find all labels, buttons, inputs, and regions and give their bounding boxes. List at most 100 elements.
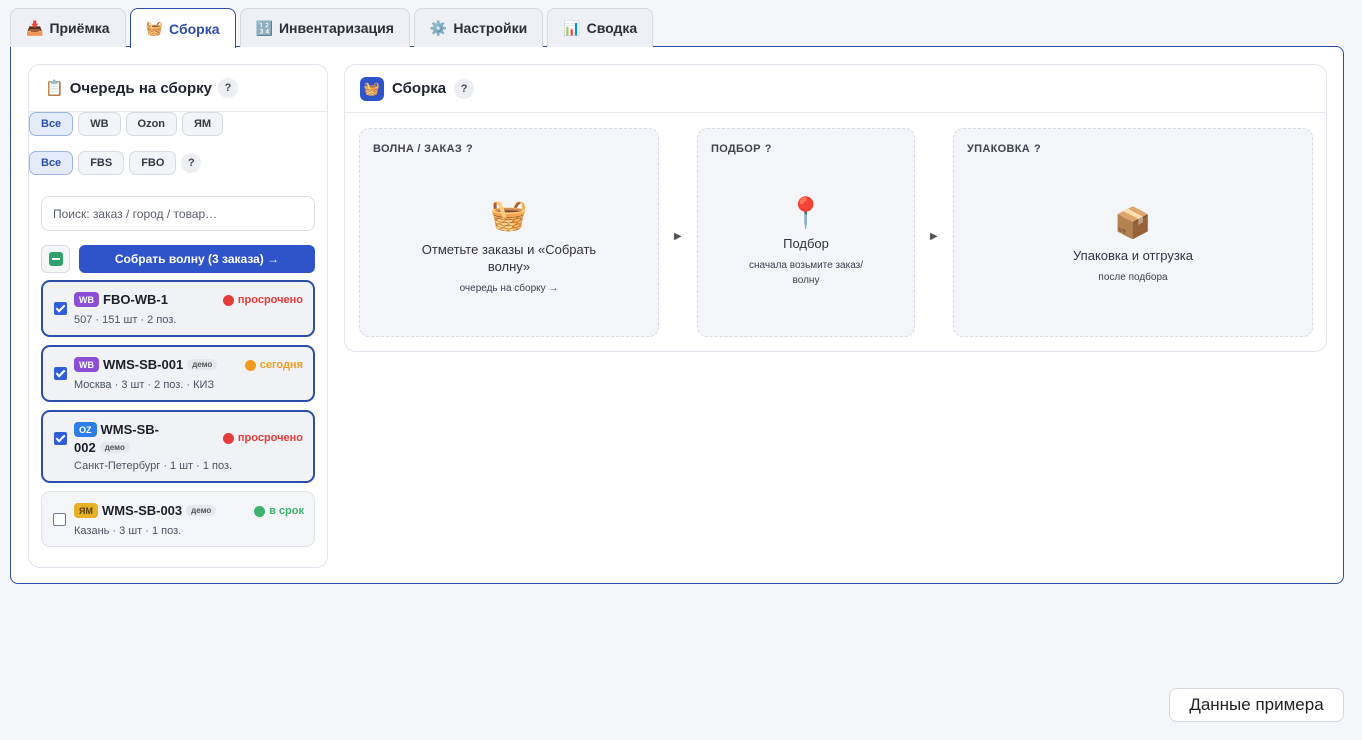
stage-wave-order: ВОЛНА / ЗАКАЗ ? 🧺 Отметьте заказы и «Соб…: [359, 128, 659, 337]
filter-scheme-all[interactable]: Все: [29, 151, 74, 175]
stage-main-text: Упаковка и отгрузка: [1073, 248, 1193, 263]
order-card[interactable]: OZ WMS-SB- 002 демо просрочено Санкт-Пет…: [41, 410, 315, 483]
stage-packing: УПАКОВКА ? 📦 Упаковка и отгрузка после п…: [953, 128, 1313, 337]
search-input[interactable]: [41, 196, 315, 231]
filter-scheme-fbo[interactable]: FBO: [129, 151, 177, 175]
tab-settings[interactable]: ⚙️ Настройки: [413, 8, 544, 47]
order-status: сегодня: [244, 359, 303, 371]
stage-title: ВОЛНА / ЗАКАЗ ?: [373, 143, 473, 155]
numbers-icon: 🔢: [255, 19, 273, 36]
order-id: FBO-WB-1: [103, 292, 168, 307]
stage-main-text: Отметьте заказы и «Собрать волну»: [421, 242, 597, 274]
filter-marketplace-all[interactable]: Все: [29, 112, 74, 136]
basket-icon: 🧺: [145, 20, 164, 36]
clipboard-icon: 📋: [45, 80, 64, 97]
order-id: WMS-SB-: [100, 422, 160, 437]
tab-content-frame: 📋 Очередь на сборку ? Все WB Ozon ЯМ Все…: [10, 46, 1344, 584]
stage-help-icon[interactable]: ?: [1034, 143, 1041, 155]
assembly-help-icon[interactable]: ?: [454, 78, 475, 99]
order-card[interactable]: WB FBO-WB-1 просрочено 507 · 151 шт · 2 …: [41, 280, 315, 337]
scheme-help-icon[interactable]: ?: [181, 153, 202, 173]
marketplace-badge: ЯМ: [74, 503, 98, 518]
order-meta: Москва · 3 шт · 2 поз. · КИЗ: [74, 379, 215, 391]
assembly-title: Сборка: [392, 80, 447, 97]
tab-label: Настройки: [453, 20, 528, 36]
stage-body: 📦 Упаковка и отгрузка после подбора: [954, 207, 1312, 285]
queue-link[interactable]: очередь на сборку →: [360, 281, 658, 296]
stage-help-icon[interactable]: ?: [466, 143, 473, 155]
tab-assembly[interactable]: 🧺 Сборка: [129, 8, 236, 48]
marketplace-badge: OZ: [74, 422, 97, 437]
pin-icon: 📍: [787, 197, 825, 230]
queue-header: 📋 Очередь на сборку ?: [29, 65, 327, 112]
tab-label: Инвентаризация: [278, 20, 394, 36]
demo-badge: демо: [186, 505, 217, 516]
stage-sub-text: сначала возьмите заказ/волну: [748, 260, 864, 286]
filter-marketplace-wb[interactable]: WB: [78, 112, 121, 136]
stage-title: УПАКОВКА ?: [967, 143, 1041, 155]
stage-arrow-icon: ▶: [930, 231, 938, 242]
filter-marketplace-ozon[interactable]: Ozon: [125, 112, 178, 136]
status-text: просрочено: [237, 294, 303, 306]
stage-title-text: ВОЛНА / ЗАКАЗ: [373, 143, 463, 155]
order-status: просрочено: [222, 294, 303, 306]
tab-label: Приёмка: [49, 20, 110, 36]
collect-wave-button[interactable]: Собрать волну (3 заказа) →: [79, 245, 315, 273]
queue-help-icon[interactable]: ?: [217, 78, 238, 98]
order-card[interactable]: ЯМ WMS-SB-003 демо в срок Казань · 3 шт …: [41, 491, 315, 547]
stage-picking: ПОДБОР ? 📍 Подбор сначала возьмите заказ…: [697, 128, 915, 337]
minus-checkbox-icon: [48, 252, 63, 266]
basket-icon: 🧺: [490, 199, 528, 232]
marketplace-badge: WB: [74, 292, 99, 307]
assembly-header: 🧺 Сборка ?: [345, 65, 1326, 113]
filter-marketplace-ym[interactable]: ЯМ: [182, 112, 224, 136]
order-status: в срок: [254, 505, 304, 517]
stage-sub-text: после подбора: [1098, 272, 1168, 283]
demo-badge: демо: [99, 442, 130, 453]
marketplace-filter: Все WB Ozon ЯМ: [29, 112, 224, 136]
status-text: в срок: [269, 505, 304, 517]
stage-title-text: УПАКОВКА: [967, 143, 1030, 155]
tab-inventory[interactable]: 🔢 Инвентаризация: [239, 8, 410, 47]
order-meta: 507 · 151 шт · 2 поз.: [74, 314, 177, 326]
status-dot-icon: [244, 359, 256, 371]
select-all-toggle[interactable]: [41, 245, 70, 273]
tab-label: Сборка: [169, 20, 220, 37]
tab-label: Сводка: [586, 20, 638, 36]
status-text: просрочено: [237, 432, 303, 444]
stage-title: ПОДБОР ?: [711, 143, 772, 155]
stage-body: 📍 Подбор сначала возьмите заказ/волну: [698, 197, 914, 288]
assembly-panel: 🧺 Сборка ? ВОЛНА / ЗАКАЗ ? 🧺 Отметьте за…: [344, 64, 1327, 352]
order-id-continued: 002: [74, 440, 96, 455]
stage-body: 🧺 Отметьте заказы и «Собрать волну» очер…: [360, 199, 658, 296]
status-dot-icon: [222, 294, 234, 306]
order-meta: Санкт-Петербург · 1 шт · 1 поз.: [74, 460, 233, 472]
inbox-tray-icon: 📥: [26, 19, 44, 36]
order-checkbox[interactable]: [54, 302, 67, 315]
tab-bar: 📥 Приёмка 🧺 Сборка 🔢 Инвентаризация ⚙️ Настр…: [10, 8, 654, 48]
bar-chart-icon: 📊: [563, 19, 581, 36]
order-card[interactable]: WB WMS-SB-001 демо сегодня Москва · 3 шт…: [41, 345, 315, 402]
marketplace-badge: WB: [74, 357, 99, 372]
order-checkbox[interactable]: [53, 513, 66, 526]
gear-icon: ⚙️: [429, 19, 448, 36]
order-checkbox[interactable]: [54, 367, 67, 380]
order-checkbox[interactable]: [54, 432, 67, 445]
assembly-queue-panel: 📋 Очередь на сборку ? Все WB Ozon ЯМ Все…: [28, 64, 328, 568]
order-id: WMS-SB-001: [103, 357, 184, 372]
demo-badge: демо: [187, 359, 218, 370]
tab-receiving[interactable]: 📥 Приёмка: [10, 8, 126, 47]
filter-scheme-fbs[interactable]: FBS: [78, 151, 125, 175]
status-dot-icon: [222, 432, 234, 444]
scheme-filter: Все FBS FBO ?: [29, 151, 202, 175]
sample-data-button[interactable]: Данные примера: [1169, 688, 1344, 722]
stage-help-icon[interactable]: ?: [765, 143, 772, 155]
stage-title-text: ПОДБОР: [711, 143, 761, 155]
stage-arrow-icon: ▶: [674, 231, 682, 242]
order-meta: Казань · 3 шт · 1 поз.: [74, 525, 182, 537]
status-dot-icon: [254, 505, 266, 517]
order-status: просрочено: [222, 432, 303, 444]
tab-summary[interactable]: 📊 Сводка: [547, 8, 654, 47]
queue-title: Очередь на сборку: [69, 79, 212, 97]
stage-main-text: Подбор: [783, 236, 829, 251]
